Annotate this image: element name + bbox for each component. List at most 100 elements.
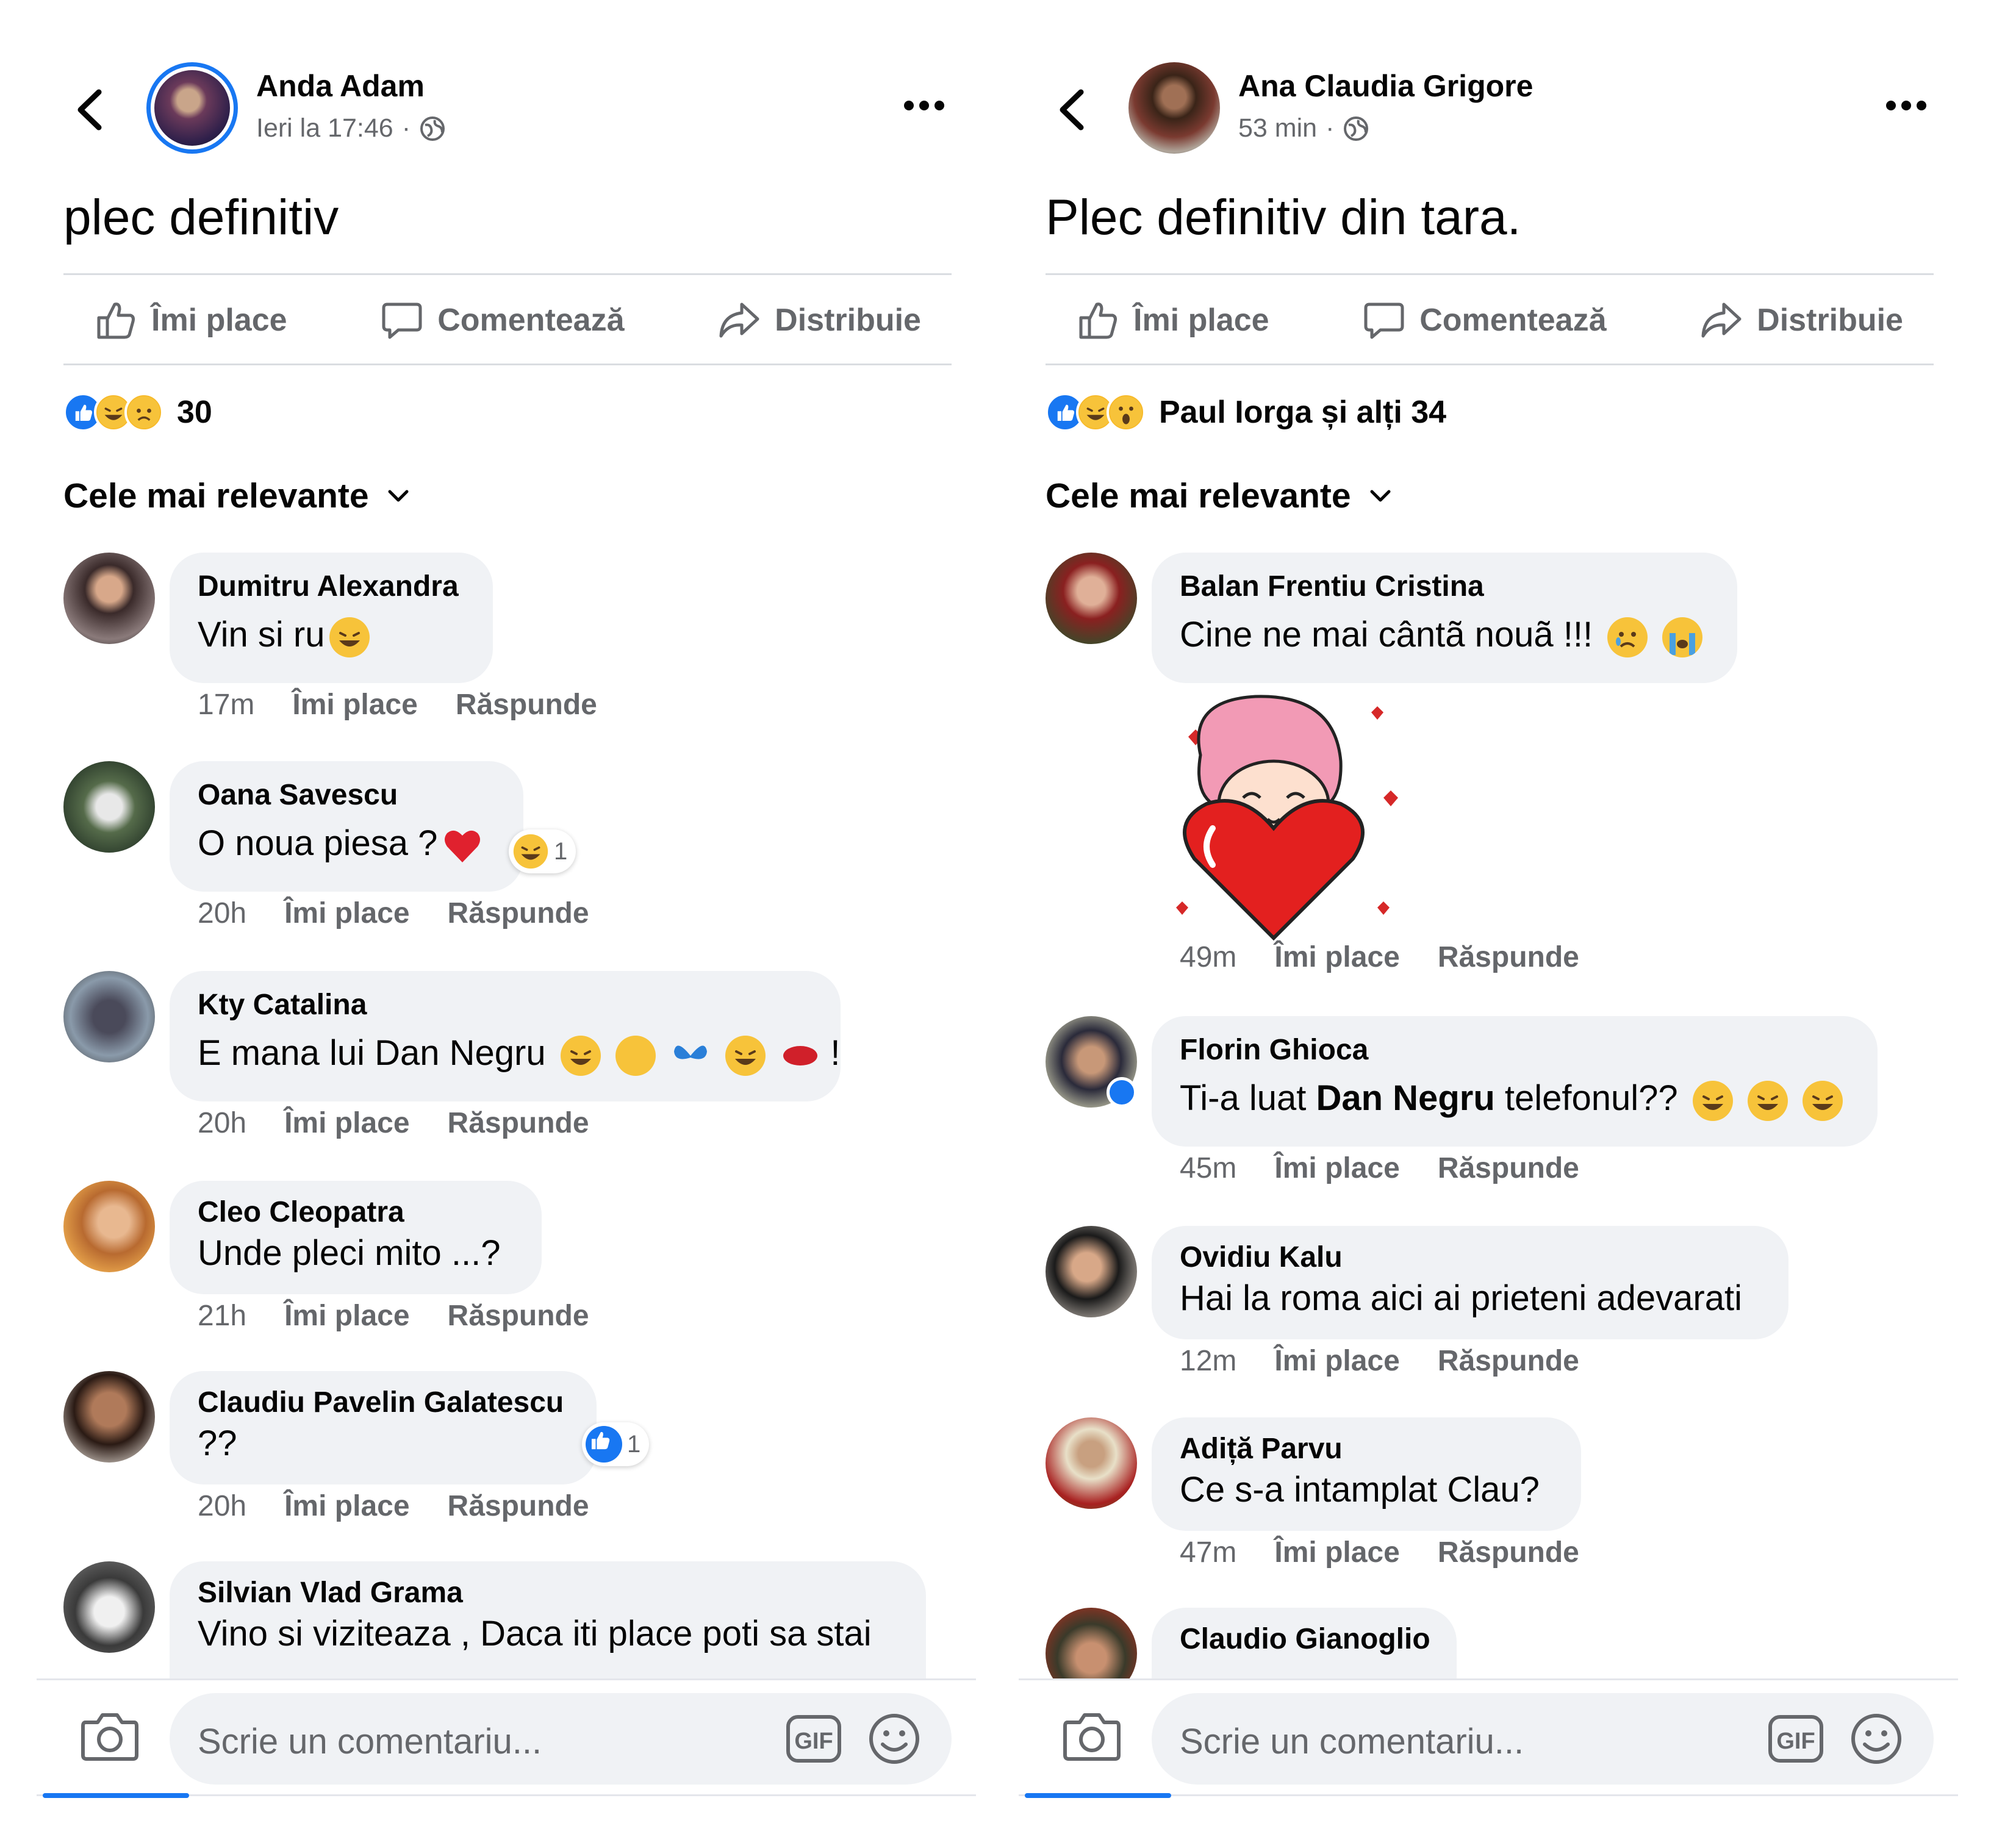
commenter-name[interactable]: Dumitru Alexandra [198,570,465,603]
comment-like-link[interactable]: Îmi place [284,1106,409,1140]
commenter-name[interactable]: Florin Ghioca [1180,1033,1849,1067]
comment-reply-link[interactable]: Răspunde [448,1299,589,1333]
comment-input[interactable]: Scrie un comentariu... [170,1693,952,1785]
more-options-icon[interactable] [1885,98,1928,113]
comment-like-link[interactable]: Îmi place [1274,1151,1399,1185]
comment-reply-link[interactable]: Răspunde [448,1489,589,1523]
reaction-summary-text: Paul Iorga și alți 34 [1159,395,1447,430]
commenter-avatar[interactable] [63,1181,155,1272]
comment-bubble: Cleo Cleopatra Unde pleci mito ...? [170,1181,542,1294]
comment-text: Cine ne mai cântã nouã !!! [1180,614,1709,657]
comment-meta: 17m Îmi place Răspunde [198,688,597,722]
share-button[interactable]: Distribuie [1669,298,1934,342]
active-tab-indicator [1025,1793,1171,1798]
commenter-avatar[interactable] [63,971,155,1062]
commenter-name[interactable]: Ovidiu Kalu [1180,1241,1760,1274]
gif-icon[interactable] [1768,1714,1824,1763]
commenter-name[interactable]: Claudiu Pavelin Galatescu [198,1386,569,1419]
like-button[interactable]: Îmi place [1046,298,1300,342]
comment-like-link[interactable]: Îmi place [1274,1536,1399,1569]
thumbs-up-icon [1076,298,1120,342]
author-name[interactable]: Ana Claudia Grigore [1238,68,1533,104]
like-reaction-icon [586,1426,622,1463]
commenter-name[interactable]: Silvian Vlad Grama [198,1576,898,1610]
commenter-avatar[interactable] [1046,553,1137,644]
emoji-icon[interactable] [868,1713,920,1765]
comment-like-link[interactable]: Îmi place [292,688,417,722]
thumbs-up-icon [94,298,138,342]
like-button[interactable]: Îmi place [63,298,318,342]
commenter-avatar[interactable] [63,553,155,644]
comment-meta: 20h Îmi place Răspunde [198,897,589,930]
commenter-avatar[interactable] [63,1561,155,1653]
comment-like-link[interactable]: Îmi place [284,1299,409,1333]
comment-like-link[interactable]: Îmi place [1274,940,1399,974]
share-button[interactable]: Distribuie [687,298,952,342]
haha-reaction-icon [512,833,549,870]
post-meta: 53 min · [1238,113,1369,143]
emoji-icon[interactable] [1850,1713,1903,1765]
comment-sort-dropdown[interactable]: Cele mai relevante [1046,476,1393,516]
comment-meta: 20h Îmi place Răspunde [198,1106,589,1140]
commenter-name[interactable]: Claudio Gianoglio [1180,1622,1430,1656]
comment-button[interactable]: Comentează [1332,298,1637,342]
comment-reply-link[interactable]: Răspunde [1438,940,1579,974]
commenter-name[interactable]: Adiță Parvu [1180,1432,1553,1466]
comment-input[interactable]: Scrie un comentariu... [1152,1693,1934,1785]
comment-reaction-badge[interactable]: 1 [509,829,576,873]
comment-icon [380,298,424,342]
comment-sort-dropdown[interactable]: Cele mai relevante [63,476,411,516]
comment-like-link[interactable]: Îmi place [284,897,409,930]
camera-icon[interactable] [1061,1708,1122,1763]
comment-reply-link[interactable]: Răspunde [448,1106,589,1140]
commenter-avatar[interactable] [1046,1417,1137,1509]
reaction-summary[interactable]: Paul Iorga și alți 34 [1046,390,1446,434]
left-post-panel: Anda Adam Ieri la 17:46 · plec definitiv… [0,0,996,1848]
post-meta: Ieri la 17:46 · [256,113,446,143]
share-icon [717,298,761,342]
back-arrow-icon[interactable] [72,88,109,131]
commenter-name[interactable]: Kty Catalina [198,988,813,1022]
comment-input-placeholder: Scrie un comentariu... [198,1722,542,1761]
comment-text: E mana lui Dan Negru ! [198,1033,841,1076]
comment-meta: 49m Îmi place Răspunde [1180,940,1579,974]
commenter-avatar[interactable] [63,761,155,853]
comment-reply-link[interactable]: Răspunde [1438,1344,1579,1378]
author-avatar[interactable] [146,62,238,154]
globe-icon [1343,115,1369,142]
grinning-face-emoji-icon [1747,1080,1788,1121]
reaction-summary[interactable]: 30 [63,390,212,434]
divider [37,1678,976,1680]
comment-reply-link[interactable]: Răspunde [1438,1151,1579,1185]
post-time[interactable]: 53 min [1238,113,1317,143]
more-options-icon[interactable] [903,98,945,113]
commenter-avatar[interactable] [1046,1226,1137,1317]
comment-reaction-badge[interactable]: 1 [582,1422,650,1466]
camera-icon[interactable] [79,1708,140,1763]
comment-reply-link[interactable]: Răspunde [456,688,597,722]
author-avatar[interactable] [1128,62,1220,154]
comment-bubble: Florin Ghioca Ti-a luat Dan Negru telefo… [1152,1016,1878,1147]
comment-reply-link[interactable]: Răspunde [1438,1536,1579,1569]
commenter-avatar[interactable] [63,1371,155,1463]
comment-reply-link[interactable]: Răspunde [448,897,589,930]
gif-icon[interactable] [786,1714,842,1763]
comment-like-link[interactable]: Îmi place [284,1489,409,1523]
comment-meta: 12m Îmi place Răspunde [1180,1344,1579,1378]
red-heart-emoji-icon [442,826,483,866]
post-time[interactable]: Ieri la 17:46 [256,113,393,143]
comment-like-link[interactable]: Îmi place [1274,1344,1399,1378]
share-icon [1699,298,1743,342]
comment-text: Vin si ru [198,614,465,657]
comment-input-placeholder: Scrie un comentariu... [1180,1722,1524,1761]
grinning-face-emoji-icon [1692,1080,1733,1121]
commenter-name[interactable]: Oana Savescu [198,778,495,812]
comment-button[interactable]: Comentează [350,298,655,342]
commenter-name[interactable]: Balan Frentiu Cristina [1180,570,1709,603]
commenter-name[interactable]: Cleo Cleopatra [198,1195,514,1229]
wow-reaction-icon [1107,393,1146,432]
author-name[interactable]: Anda Adam [256,68,425,104]
mentioned-name[interactable]: Dan Negru [1316,1078,1494,1118]
divider [1046,273,1934,275]
back-arrow-icon[interactable] [1054,88,1091,131]
